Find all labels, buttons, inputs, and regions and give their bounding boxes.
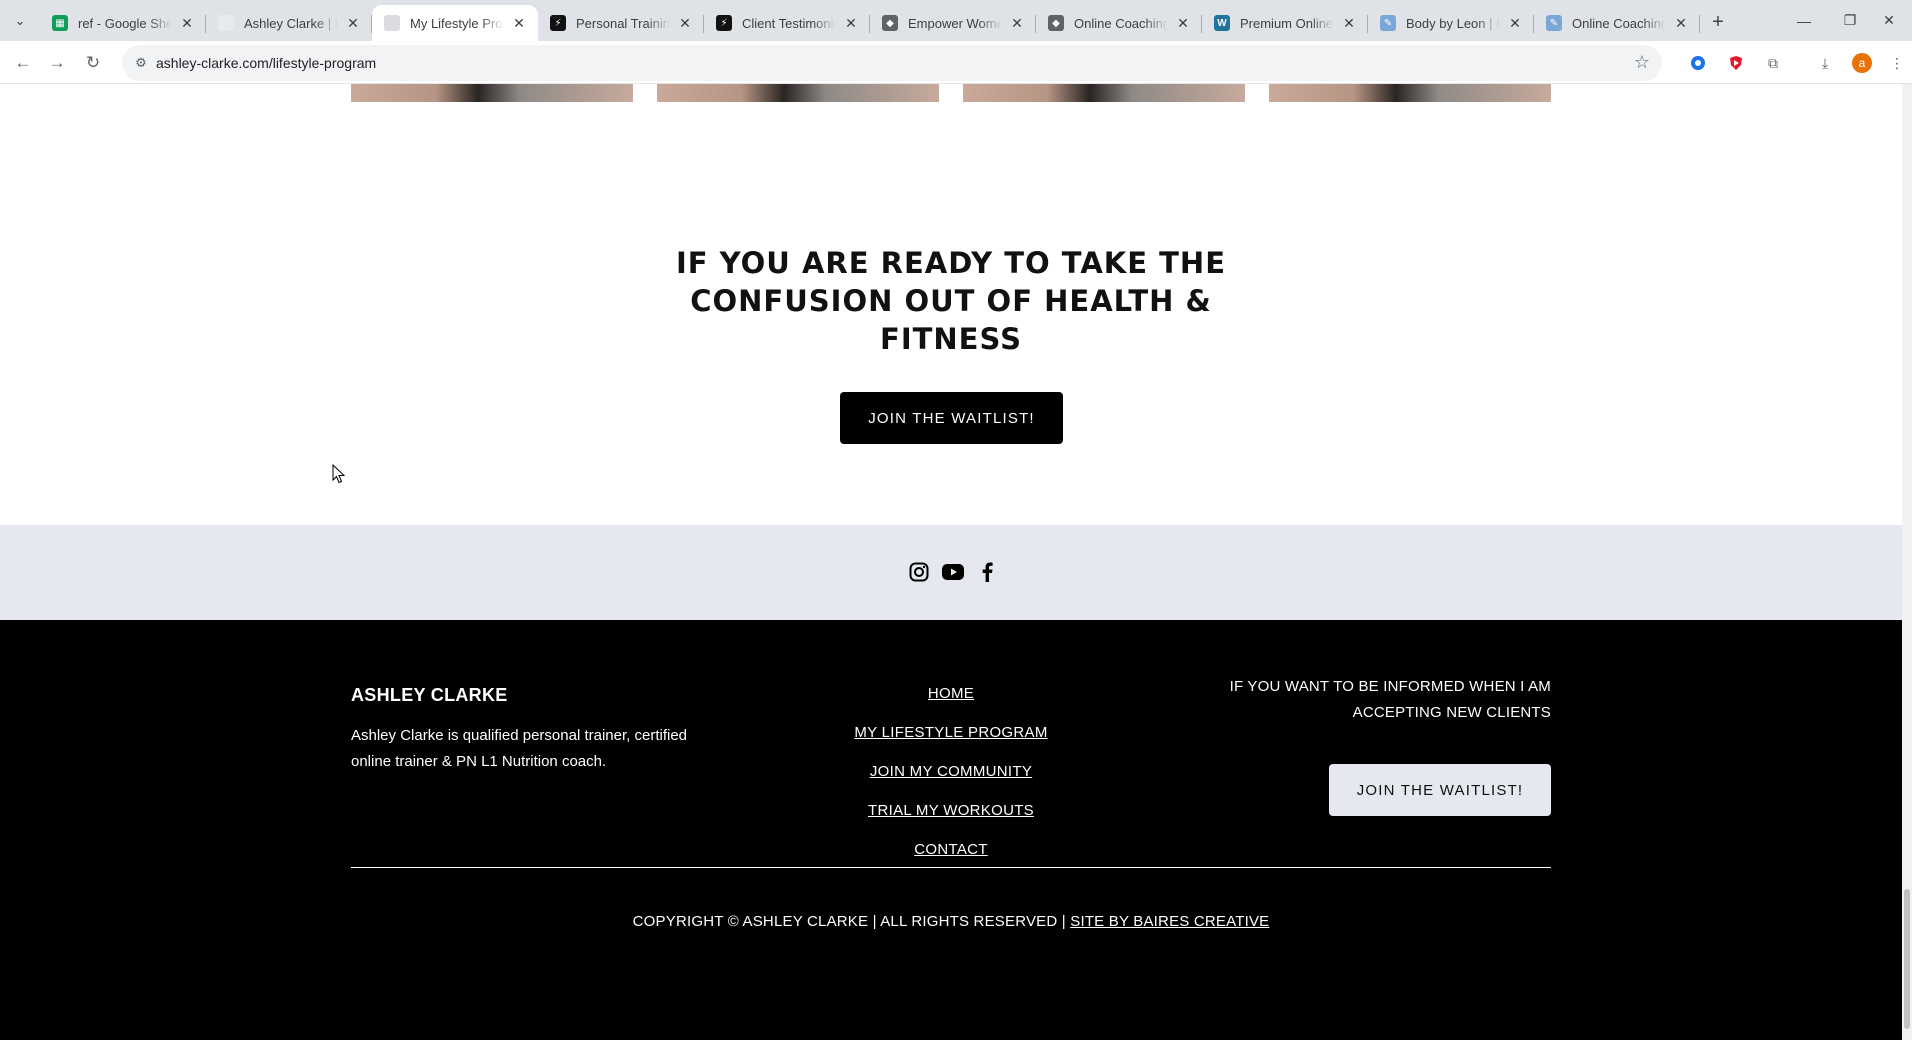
tab-title: Ashley Clarke | Lifestyle xyxy=(244,15,338,31)
copyright-line: COPYRIGHT © ASHLEY CLARKE | ALL RIGHTS R… xyxy=(0,913,1902,930)
cta-section: IF YOU ARE READY TO TAKE THE CONFUSION O… xyxy=(0,244,1902,358)
instagram-icon[interactable] xyxy=(908,561,930,583)
browser-tab[interactable]: ✎ Online Coaching ✕ xyxy=(1534,5,1700,41)
youtube-icon[interactable] xyxy=(942,561,964,583)
tab-title: Premium Online P xyxy=(1240,15,1334,31)
site-credit-link[interactable]: SITE BY BAIRES CREATIVE xyxy=(1070,913,1269,930)
tab-strip: ⌄ ▦ref - Google Sheets✕Ashley Clarke | L… xyxy=(0,0,1912,41)
bookmark-star-icon[interactable]: ☆ xyxy=(1634,52,1650,73)
fitness-logo-icon: ⚡ xyxy=(716,15,732,31)
tab-close-icon[interactable]: ✕ xyxy=(1506,14,1524,32)
download-icon[interactable]: ⤓ xyxy=(1815,53,1835,73)
browser-tab[interactable]: ◆ Empower Women ✕ xyxy=(870,5,1036,41)
tab-search-chevron-icon[interactable]: ⌄ xyxy=(8,9,32,33)
wordpress-icon: W xyxy=(1214,15,1230,31)
browser-tab[interactable]: ⚡ Personal Training ✕ xyxy=(538,5,704,41)
footer-link-trial-workouts[interactable]: TRIAL MY WORKOUTS xyxy=(751,791,1151,830)
tab-close-icon[interactable]: ✕ xyxy=(178,14,196,32)
browser-tab[interactable]: W Premium Online P ✕ xyxy=(1202,5,1368,41)
gallery-photo xyxy=(657,84,939,102)
url-text[interactable]: ashley-clarke.com/lifestyle-program xyxy=(156,55,376,71)
close-window-icon[interactable]: ✕ xyxy=(1866,0,1912,41)
footer-link-home[interactable]: HOME xyxy=(751,674,1151,713)
tab-title: Body by Leon | Pe xyxy=(1406,15,1500,31)
tab-title: Personal Training xyxy=(576,15,670,31)
address-bar[interactable]: ⚙ ashley-clarke.com/lifestyle-program ☆ xyxy=(122,45,1662,81)
tab-title: Client Testimonials xyxy=(742,15,836,31)
reload-icon[interactable]: ↻ xyxy=(78,48,108,78)
site-footer: ASHLEY CLARKE Ashley Clarke is qualified… xyxy=(0,620,1902,1040)
fitness-logo-icon: ⚡ xyxy=(550,15,566,31)
page-viewport: IF YOU ARE READY TO TAKE THE CONFUSION O… xyxy=(0,84,1902,1040)
tab-title: My Lifestyle Program xyxy=(410,15,504,31)
cta-heading: IF YOU ARE READY TO TAKE THE CONFUSION O… xyxy=(675,246,1227,356)
tab-title: Online Coaching xyxy=(1572,15,1666,31)
footer-link-contact[interactable]: CONTACT xyxy=(751,830,1151,869)
tab-close-icon[interactable]: ✕ xyxy=(1672,14,1690,32)
footer-brand: ASHLEY CLARKE xyxy=(351,685,508,705)
browser-window: ⌄ ▦ref - Google Sheets✕Ashley Clarke | L… xyxy=(0,0,1912,1040)
copyright-text: COPYRIGHT © ASHLEY CLARKE | ALL RIGHTS R… xyxy=(632,913,1066,930)
tab-title: ref - Google Sheets xyxy=(78,15,172,31)
browser-tab[interactable]: Ashley Clarke | Lifestyle ✕ xyxy=(206,5,372,41)
gallery-photo xyxy=(1269,84,1551,102)
new-tab-plus-icon[interactable]: + xyxy=(1704,8,1732,36)
forward-arrow-icon[interactable]: → xyxy=(42,48,72,78)
tab-close-icon[interactable]: ✕ xyxy=(842,14,860,32)
tab-close-icon[interactable]: ✕ xyxy=(1008,14,1026,32)
footer-link-community[interactable]: JOIN MY COMMUNITY xyxy=(751,752,1151,791)
feather-icon: ✎ xyxy=(1380,15,1396,31)
mouse-pointer-icon xyxy=(332,464,346,484)
footer-inform-text: IF YOU WANT TO BE INFORMED WHEN I AM ACC… xyxy=(1229,678,1551,721)
footer-link-lifestyle-program[interactable]: MY LIFESTYLE PROGRAM xyxy=(751,713,1151,752)
minimize-icon[interactable]: — xyxy=(1781,0,1827,41)
page-scrollbar[interactable] xyxy=(1902,84,1912,1040)
extensions-puzzle-icon[interactable]: ⧉ xyxy=(1763,53,1783,73)
browser-tab[interactable]: ⚡ Client Testimonials ✕ xyxy=(704,5,870,41)
scrollbar-thumb[interactable] xyxy=(1904,889,1910,1029)
browser-tab[interactable]: ▦ ref - Google Sheets ✕ xyxy=(40,5,206,41)
profile-initial: a xyxy=(1852,53,1872,73)
tab-close-icon[interactable]: ✕ xyxy=(1174,14,1192,32)
social-links-band xyxy=(0,525,1902,620)
profile-avatar[interactable]: a xyxy=(1852,53,1872,73)
cube-icon: ◆ xyxy=(1048,15,1064,31)
join-waitlist-button[interactable]: JOIN THE WAITLIST! xyxy=(840,392,1063,444)
blank-page-icon xyxy=(384,15,400,31)
feather-icon: ✎ xyxy=(1546,15,1562,31)
browser-toolbar: ← → ↻ ⚙ ashley-clarke.com/lifestyle-prog… xyxy=(0,41,1912,84)
extension-blue-icon[interactable] xyxy=(1688,53,1708,73)
browser-tab[interactable]: ◆ Online Coaching ✕ xyxy=(1036,5,1202,41)
blank-page-icon xyxy=(218,15,234,31)
tab-close-icon[interactable]: ✕ xyxy=(1340,14,1358,32)
gallery-photo xyxy=(963,84,1245,102)
footer-divider xyxy=(351,867,1551,868)
tab-separator xyxy=(1699,15,1700,33)
tab-title: Empower Women xyxy=(908,15,1002,31)
footer-nav: HOME MY LIFESTYLE PROGRAM JOIN MY COMMUN… xyxy=(751,674,1151,869)
tab-close-icon[interactable]: ✕ xyxy=(344,14,362,32)
browser-tab[interactable]: My Lifestyle Program ✕ xyxy=(372,5,538,41)
footer-join-waitlist-button[interactable]: JOIN THE WAITLIST! xyxy=(1329,764,1551,816)
extension-shield-icon[interactable] xyxy=(1726,53,1746,73)
footer-about-text: Ashley Clarke is qualified personal trai… xyxy=(351,727,687,770)
site-info-icon[interactable]: ⚙ xyxy=(132,54,150,72)
sheets-icon: ▦ xyxy=(52,15,68,31)
photo-gallery-strip xyxy=(351,84,1551,102)
tab-close-icon[interactable]: ✕ xyxy=(676,14,694,32)
gallery-photo xyxy=(351,84,633,102)
tab-close-icon[interactable]: ✕ xyxy=(510,14,528,32)
cube-icon: ◆ xyxy=(882,15,898,31)
browser-tab[interactable]: ✎ Body by Leon | Pe ✕ xyxy=(1368,5,1534,41)
back-arrow-icon[interactable]: ← xyxy=(8,48,38,78)
tab-list: ▦ref - Google Sheets✕Ashley Clarke | Lif… xyxy=(40,5,1700,41)
facebook-icon[interactable] xyxy=(976,561,998,583)
browser-menu-kebab-icon[interactable]: ⋮ xyxy=(1887,53,1907,73)
tab-title: Online Coaching xyxy=(1074,15,1168,31)
